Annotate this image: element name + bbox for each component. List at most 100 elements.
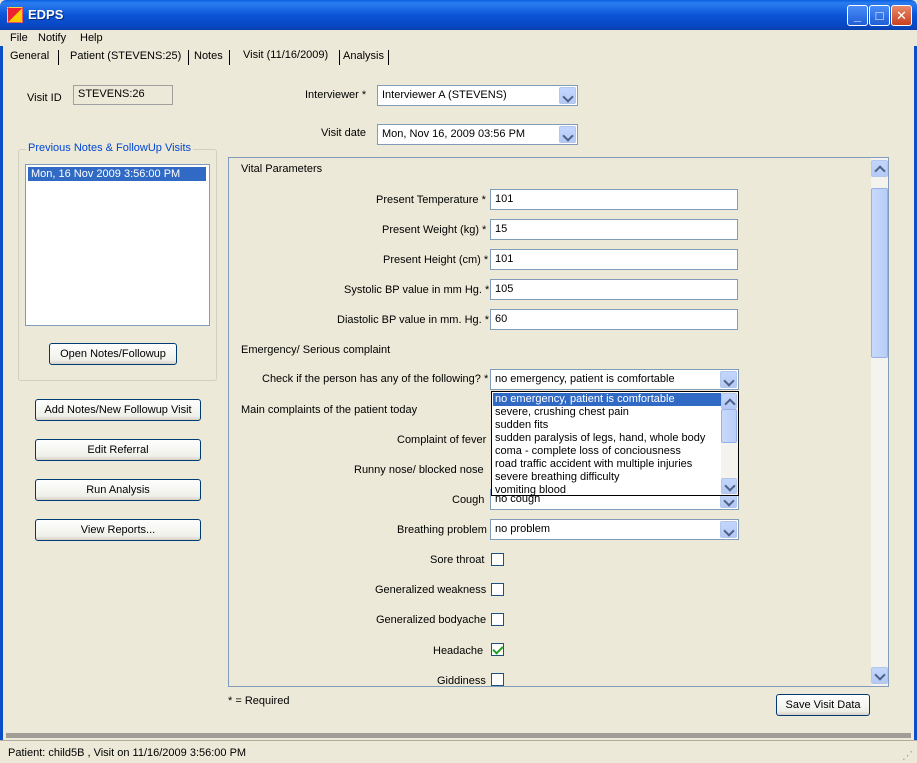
panel-scrollbar[interactable] [871,158,888,686]
dropdown-option[interactable]: sudden fits [493,419,550,432]
menu-file[interactable]: File [10,32,28,44]
edit-referral-button[interactable]: Edit Referral [35,439,201,461]
status-text: Patient: child5B , Visit on 11/16/2009 3… [8,747,247,759]
dropdown-option[interactable]: no emergency, patient is comfortable [493,393,721,406]
headache-label: Headache [433,645,484,657]
run-analysis-button[interactable]: Run Analysis [35,479,201,501]
emergency-heading: Emergency/ Serious complaint [241,344,391,356]
vital-parameters-heading: Vital Parameters [241,163,323,175]
sore-throat-label: Sore throat [430,554,485,566]
emergency-check-label: Check if the person has any of the follo… [262,373,489,385]
temperature-input[interactable]: 101 [490,189,738,210]
tab-analysis[interactable]: Analysis [343,50,384,62]
breathing-select[interactable]: no problem [490,519,739,540]
previous-visits-title: Previous Notes & FollowUp Visits [26,142,194,154]
bodyache-label: Generalized bodyache [376,614,487,626]
giddiness-checkbox[interactable] [491,673,504,686]
height-input[interactable]: 101 [490,249,738,270]
minimize-icon: _ [853,8,862,23]
bodyache-checkbox[interactable] [491,613,504,626]
visit-date-picker[interactable]: Mon, Nov 16, 2009 03:56 PM [377,124,578,145]
systolic-label: Systolic BP value in mm Hg. * [344,284,490,296]
window-border-left [0,30,3,740]
add-notes-button[interactable]: Add Notes/New Followup Visit [35,399,201,421]
height-label: Present Height (cm) * [383,254,489,266]
interviewer-value: Interviewer A (STEVENS) [382,89,507,101]
list-item[interactable]: Mon, 16 Nov 2009 3:56:00 PM [28,167,206,181]
dropdown-option[interactable]: sudden paralysis of legs, hand, whole bo… [493,432,707,445]
open-notes-button[interactable]: Open Notes/Followup [49,343,177,365]
weakness-label: Generalized weakness [375,584,487,596]
tab-separator [229,50,230,65]
breathing-label: Breathing problem [397,524,487,536]
cough-label: Cough [452,494,485,506]
menu-bar: File Notify Help [0,30,917,46]
visit-date-label: Visit date [321,127,367,139]
main-complaints-heading: Main complaints of the patient today [241,404,418,416]
diastolic-input[interactable]: 60 [490,309,738,330]
interviewer-select[interactable]: Interviewer A (STEVENS) [377,85,578,106]
required-note: * = Required [228,695,290,707]
visit-date-value: Mon, Nov 16, 2009 03:56 PM [382,128,526,140]
chevron-down-icon[interactable] [720,371,737,388]
app-icon [7,7,23,23]
tab-separator [388,50,389,65]
menu-help[interactable]: Help [80,32,103,44]
dropdown-option[interactable]: severe breathing difficulty [493,471,622,484]
tab-visit[interactable]: Visit (11/16/2009) [243,49,328,61]
dropdown-option[interactable]: coma - complete loss of conciousness [493,445,683,458]
diastolic-label: Diastolic BP value in mm. Hg. * [337,314,490,326]
interviewer-label: Interviewer * [305,89,367,101]
previous-visits-list[interactable]: Mon, 16 Nov 2009 3:56:00 PM [25,164,210,326]
tab-patient[interactable]: Patient (STEVENS:25) [70,50,181,62]
close-button[interactable]: ✕ [891,5,912,26]
tab-separator [339,50,340,65]
weakness-checkbox[interactable] [491,583,504,596]
sore-throat-checkbox[interactable] [491,553,504,566]
chevron-down-icon[interactable] [559,126,576,143]
view-reports-button[interactable]: View Reports... [35,519,201,541]
fever-label: Complaint of fever [397,434,487,446]
status-bar: Patient: child5B , Visit on 11/16/2009 3… [0,740,917,763]
breathing-value: no problem [495,523,551,535]
emergency-dropdown-list[interactable]: no emergency, patient is comfortable sev… [491,391,739,496]
dropdown-option[interactable]: road traffic accident with multiple inju… [493,458,694,471]
save-visit-button[interactable]: Save Visit Data [776,694,870,716]
resize-grip-icon[interactable]: ⋰ [902,749,913,762]
giddiness-label: Giddiness [437,675,486,687]
systolic-input[interactable]: 105 [490,279,738,300]
dropdown-scrollbar[interactable] [721,392,738,495]
tab-notes[interactable]: Notes [194,50,223,62]
weight-input[interactable]: 15 [490,219,738,240]
scroll-up-button[interactable] [871,160,888,177]
emergency-value: no emergency, patient is comfortable [495,373,675,385]
title-bar: EDPS _ □ ✕ [0,0,917,30]
headache-checkbox[interactable] [491,643,504,656]
dropdown-scroll-thumb[interactable] [721,409,737,443]
tab-separator [188,50,189,65]
chevron-down-icon[interactable] [559,87,576,104]
tab-strip: General Patient (STEVENS:25) Notes Visit… [0,46,917,66]
scroll-down-button[interactable] [871,667,888,684]
window-title: EDPS [28,7,64,22]
maximize-icon: □ [875,8,884,23]
bottom-divider [6,733,911,738]
dropdown-scroll-down[interactable] [721,478,737,494]
dropdown-option[interactable]: vomiting blood [493,484,568,495]
emergency-select[interactable]: no emergency, patient is comfortable [490,369,739,390]
tab-separator [58,50,59,65]
scroll-thumb[interactable] [871,188,888,358]
runny-nose-label: Runny nose/ blocked nose [354,464,484,476]
close-icon: ✕ [896,8,907,23]
visit-id-field: STEVENS:26 [73,85,173,105]
visit-id-label: Visit ID [27,92,62,104]
tab-general[interactable]: General [10,50,49,62]
minimize-button[interactable]: _ [847,5,868,26]
menu-notify[interactable]: Notify [38,32,66,44]
chevron-down-icon[interactable] [720,521,737,538]
dropdown-option[interactable]: severe, crushing chest pain [493,406,631,419]
temperature-label: Present Temperature * [376,194,486,206]
dropdown-scroll-up[interactable] [721,393,737,409]
weight-label: Present Weight (kg) * [382,224,487,236]
maximize-button[interactable]: □ [869,5,890,26]
